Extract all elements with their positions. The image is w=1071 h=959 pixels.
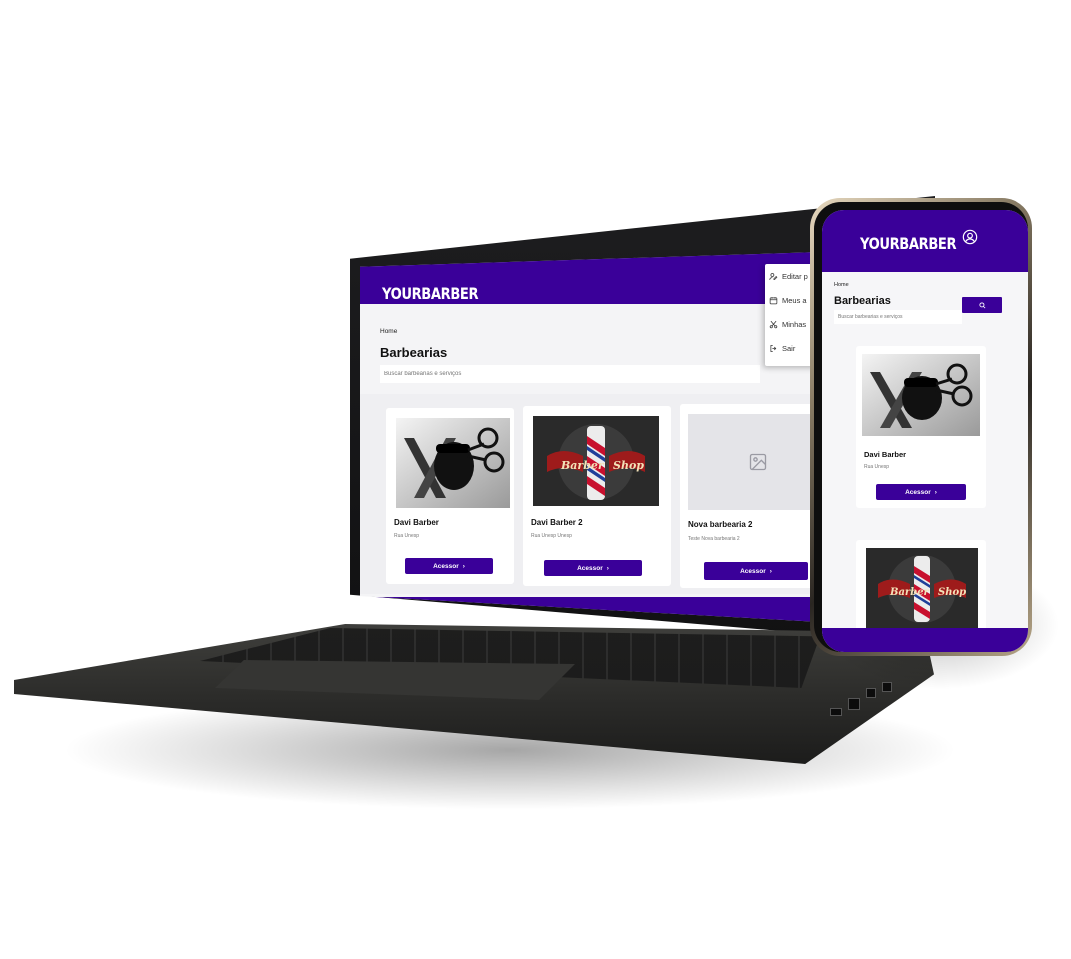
chevron-right-icon: › (462, 562, 465, 570)
phone-header: YOURBARBER (822, 210, 1028, 272)
access-button-label: Acessor (433, 562, 459, 570)
placeholder-image (688, 414, 820, 510)
barbershop-card: Barber Shop Davi Barber 2 Rua Unesp Unes… (523, 406, 671, 586)
calendar-icon (769, 297, 778, 305)
menu-item-label: Minhas (782, 320, 807, 329)
brand-logo[interactable]: YOURBARBER (860, 234, 957, 253)
breadcrumb[interactable]: Home (834, 282, 849, 288)
phone-bezel: YOURBARBER Home Barbearias Buscar barbea… (814, 202, 1028, 652)
barbershop-address: Rua Unesp (394, 533, 420, 539)
logout-icon (770, 345, 777, 352)
barbershop-name: Davi Barber (394, 518, 439, 527)
chevron-right-icon: › (934, 488, 937, 496)
phone-screen: YOURBARBER Home Barbearias Buscar barbea… (822, 210, 1028, 652)
brand-logo[interactable]: YOURBARBER (382, 284, 479, 303)
search-icon (978, 301, 985, 308)
page-title: Barbearias (380, 345, 448, 360)
menu-item-appointments[interactable]: Meus a (769, 296, 807, 305)
svg-text:Shop: Shop (613, 459, 644, 472)
phone-footer (822, 628, 1028, 652)
barbershop-address: Rua Unesp Unesp (531, 533, 572, 539)
svg-text:Barber: Barber (889, 587, 930, 598)
chevron-right-icon: › (606, 564, 609, 572)
menu-item-label: Editar p (782, 272, 808, 281)
barbershop-address: Teste Nova barbearia 2 (688, 536, 740, 542)
scissors-icon (769, 320, 778, 329)
barbershop-name: Davi Barber 2 (531, 518, 583, 527)
barbershop-card: Nova barbearia 2 Teste Nova barbearia 2 … (680, 404, 820, 588)
access-button[interactable]: Acessor › (704, 562, 808, 580)
chevron-right-icon: › (769, 567, 772, 575)
barbershop-list: Davi Barber Rua Unesp Acessor › Barber S… (360, 394, 820, 594)
barber-shop-logo-image: Barber Shop (866, 548, 978, 630)
search-input[interactable] (380, 365, 760, 383)
barbershop-address: Rua Unesp (864, 464, 890, 470)
access-button-label: Acessor (905, 488, 931, 496)
beard-logo-image (396, 418, 510, 508)
barbershop-card: Davi Barber Rua Unesp Acessor › (856, 346, 986, 508)
phone-frame: YOURBARBER Home Barbearias Buscar barbea… (810, 198, 1032, 656)
barbershop-name: Davi Barber (864, 450, 907, 459)
barbershop-card: Barber Shop (856, 540, 986, 640)
access-button-label: Acessor (577, 564, 603, 572)
beard-logo-image (862, 354, 980, 436)
placeholder-image-icon (749, 453, 767, 471)
access-button[interactable]: Acessor › (405, 558, 493, 574)
menu-item-label: Meus a (782, 296, 807, 305)
breadcrumb[interactable]: Home (380, 328, 397, 335)
barber-shop-logo-image: Barber Shop (533, 416, 659, 506)
access-button[interactable]: Acessor › (544, 560, 642, 576)
menu-item-edit-profile[interactable]: Editar p (769, 272, 808, 281)
search-button[interactable] (962, 297, 1002, 313)
access-button-label: Acessor (740, 567, 766, 575)
menu-item-logout[interactable]: Sair (769, 344, 795, 353)
barbershop-card: Davi Barber Rua Unesp Acessor › (386, 408, 514, 584)
svg-text:Barber: Barber (560, 459, 605, 472)
page-title: Barbearias (834, 295, 891, 307)
access-button[interactable]: Acessor › (876, 484, 966, 500)
svg-text:Shop: Shop (938, 587, 966, 598)
user-avatar-icon[interactable] (962, 229, 978, 245)
edit-profile-icon (769, 273, 778, 280)
barbershop-name: Nova barbearia 2 (688, 520, 753, 529)
menu-item-my-barbershops[interactable]: Minhas (769, 320, 806, 329)
menu-item-label: Sair (782, 344, 796, 353)
search-input[interactable] (834, 310, 962, 324)
laptop-screen: YOURBARBER Home Barbearias D (360, 252, 820, 622)
